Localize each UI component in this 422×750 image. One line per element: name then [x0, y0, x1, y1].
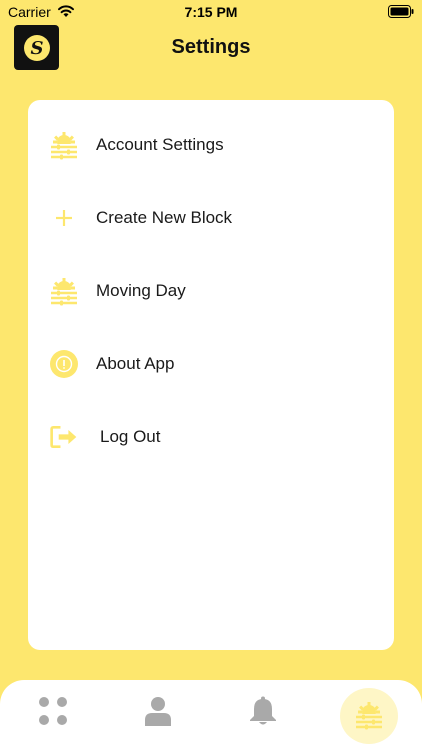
- menu-item-create-new-block[interactable]: Create New Block: [28, 190, 394, 246]
- logout-icon: [49, 422, 79, 452]
- tab-settings[interactable]: [339, 684, 399, 746]
- menu-item-label: About App: [96, 354, 175, 373]
- menu-item-moving-day[interactable]: Moving Day: [28, 263, 394, 319]
- menu-item-about-app[interactable]: About App: [28, 336, 394, 392]
- menu-item-label: Create New Block: [96, 208, 233, 227]
- plus-icon: [49, 203, 79, 233]
- grid-dots-icon: [39, 697, 67, 725]
- gear-sliders-icon: [49, 276, 79, 306]
- tab-profile[interactable]: [128, 680, 188, 742]
- tab-notifications[interactable]: [233, 680, 293, 742]
- menu-item-label: Moving Day: [96, 281, 186, 300]
- page-title: Settings: [171, 36, 251, 58]
- status-bar: Carrier 7:15 PM: [0, 0, 422, 24]
- menu-item-label: Account Settings: [96, 135, 224, 154]
- person-icon: [145, 697, 171, 726]
- menu-item-label: Log Out: [100, 427, 161, 446]
- gear-sliders-icon: [49, 130, 79, 160]
- menu-item-log-out[interactable]: Log Out: [28, 409, 394, 465]
- status-time: 7:15 PM: [184, 4, 238, 20]
- info-circle-icon: [49, 349, 79, 379]
- battery-icon: [388, 5, 414, 18]
- bell-icon: [250, 696, 276, 725]
- menu-item-account-settings[interactable]: Account Settings: [28, 117, 394, 173]
- tab-home[interactable]: [23, 680, 83, 742]
- settings-card: Account Settings Create New Block Moving…: [28, 100, 394, 650]
- gear-sliders-icon: [356, 702, 382, 730]
